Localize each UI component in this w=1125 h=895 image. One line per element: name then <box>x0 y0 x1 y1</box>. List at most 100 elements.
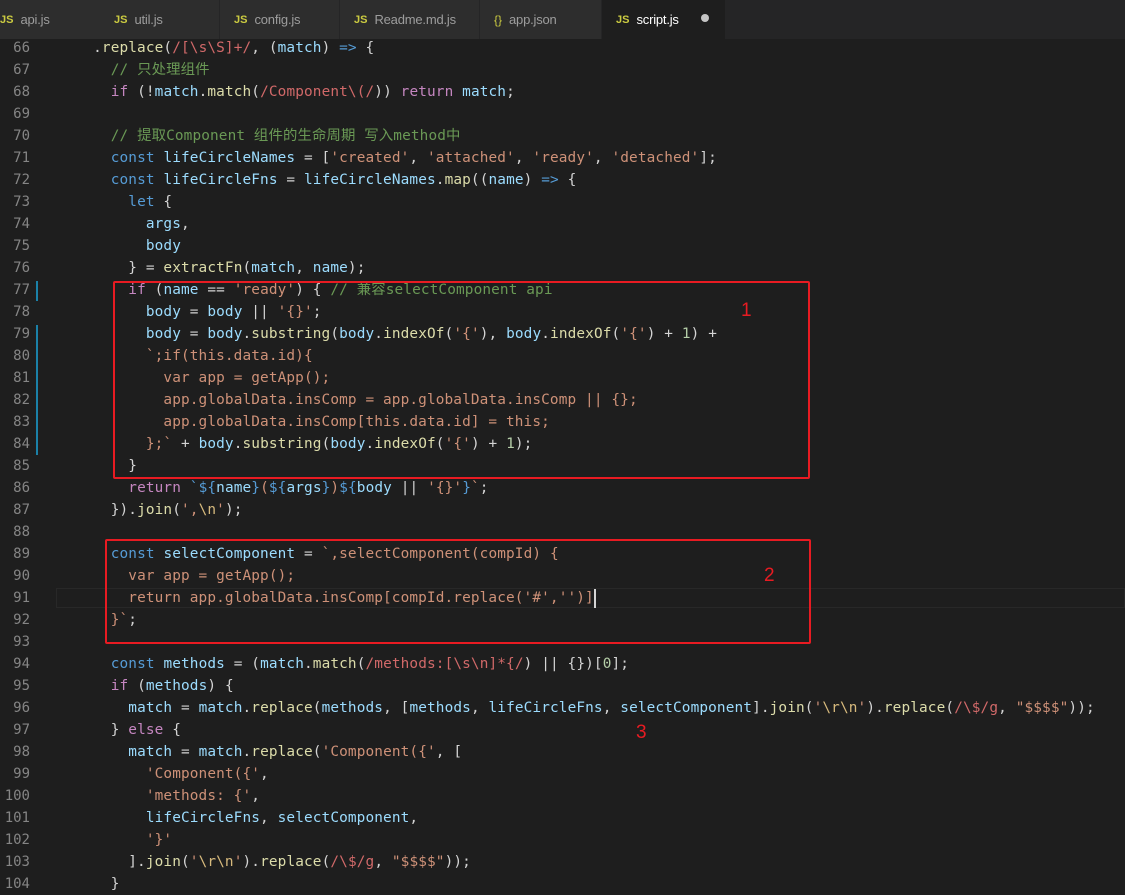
code-line[interactable]: 101 lifeCircleFns, selectComponent, <box>0 807 1125 829</box>
code-token: lifeCircleNames <box>304 172 436 188</box>
code-token: map <box>444 172 471 188</box>
code-token: } <box>462 480 471 496</box>
code-line[interactable]: 99 'Component({', <box>0 763 1125 785</box>
code-line[interactable]: 69 <box>0 103 1125 125</box>
code-token: } <box>58 722 129 738</box>
tab-readme-md-js[interactable]: JS Readme.md.js <box>340 0 480 39</box>
code-line[interactable]: 104 } <box>0 873 1125 895</box>
line-number: 68 <box>13 84 30 100</box>
code-text: } <box>58 873 120 895</box>
code-line[interactable]: 96 match = match.replace(methods, [metho… <box>0 697 1125 719</box>
code-token: ; <box>506 84 515 100</box>
code-token: replace <box>101 40 164 56</box>
code-token: name <box>312 260 348 276</box>
line-number: 78 <box>13 304 30 320</box>
line-number: 95 <box>13 678 30 694</box>
code-line[interactable]: 87 }).join(',\n'); <box>0 499 1125 521</box>
code-token: ( <box>260 480 269 496</box>
code-token: if <box>110 678 129 694</box>
line-number: 70 <box>13 128 30 144</box>
code-token: methods <box>409 700 471 716</box>
line-number: 98 <box>13 744 30 760</box>
code-token: } <box>251 480 261 496</box>
line-number: 100 <box>4 788 30 804</box>
tab-api-js[interactable]: JS api.js <box>0 0 106 39</box>
line-number: 87 <box>13 502 30 518</box>
code-line[interactable]: 94 const methods = (match.match(/methods… <box>0 653 1125 675</box>
code-token: ( <box>172 502 181 518</box>
code-token: ' <box>233 854 243 870</box>
code-token: ); <box>224 502 243 518</box>
code-token: 'created' <box>330 150 410 166</box>
annotation-label-1: 1 <box>741 300 752 321</box>
tab-label: api.js <box>20 12 50 27</box>
code-line[interactable]: 98 match = match.replace('Component({', … <box>0 741 1125 763</box>
code-token: else <box>128 722 164 738</box>
code-line[interactable]: 97 } else { <box>0 719 1125 741</box>
code-token: ' <box>857 700 867 716</box>
code-line[interactable]: 95 if (methods) { <box>0 675 1125 697</box>
unsaved-changes-dot-icon[interactable] <box>701 14 709 22</box>
code-line[interactable]: 100 'methods: {', <box>0 785 1125 807</box>
code-line[interactable]: 66 .replace(/[\s\S]+/, (match) => { <box>0 37 1125 59</box>
code-token: 'attached' <box>426 150 515 166</box>
code-token: ', <box>181 502 199 518</box>
code-editor[interactable]: 66 .replace(/[\s\S]+/, (match) => {67 //… <box>0 37 1125 893</box>
tab-app-json[interactable]: {} app.json <box>480 0 602 39</box>
code-line[interactable]: 71 const lifeCircleNames = ['created', '… <box>0 147 1125 169</box>
code-token: ' <box>189 854 199 870</box>
code-token: , <box>514 150 533 166</box>
code-line[interactable]: 67 // 只处理组件 <box>0 59 1125 81</box>
code-token: replace <box>251 700 313 716</box>
code-token: ` <box>471 480 480 496</box>
tab-config-js[interactable]: JS config.js <box>220 0 340 39</box>
code-line[interactable]: 68 if (!match.match(/Component\(/)) retu… <box>0 81 1125 103</box>
code-text: args, <box>58 213 190 235</box>
code-token: ' <box>216 502 225 518</box>
code-line[interactable]: 70 // 提取Component 组件的生命周期 写入method中 <box>0 125 1125 147</box>
code-line[interactable]: 102 '}' <box>0 829 1125 851</box>
line-number: 67 <box>13 62 30 78</box>
code-token: . <box>435 172 445 188</box>
code-line[interactable]: 74 args, <box>0 213 1125 235</box>
line-number: 93 <box>13 634 30 650</box>
code-token: { <box>163 722 181 738</box>
line-number: 102 <box>4 832 30 848</box>
code-token: ). <box>866 700 884 716</box>
code-line[interactable]: 72 const lifeCircleFns = lifeCircleNames… <box>0 169 1125 191</box>
code-token: match <box>277 40 322 56</box>
code-token: const <box>110 150 155 166</box>
tab-util-js[interactable]: JS util.js <box>100 0 220 39</box>
code-token: } = <box>58 260 164 276</box>
javascript-file-icon: JS <box>616 13 630 26</box>
code-text: const methods = (match.match(/methods:[\… <box>58 653 629 675</box>
line-number: 90 <box>13 568 30 584</box>
code-line[interactable]: 73 let { <box>0 191 1125 213</box>
line-number: 79 <box>13 326 30 342</box>
code-token: , ( <box>251 40 278 56</box>
code-token: , <box>251 788 261 804</box>
code-token: \r\n <box>822 700 858 716</box>
code-token: , <box>602 700 621 716</box>
code-token: replace <box>260 854 322 870</box>
line-number: 99 <box>13 766 30 782</box>
code-token: match <box>312 656 357 672</box>
tab-script-js[interactable]: JS script.js <box>602 0 726 39</box>
line-number: 103 <box>4 854 30 870</box>
code-line[interactable]: 103 ].join('\r\n').replace(/\$/g, "$$$$"… <box>0 851 1125 873</box>
code-line[interactable]: 76 } = extractFn(match, name); <box>0 257 1125 279</box>
code-text: const lifeCircleNames = ['created', 'att… <box>58 147 717 169</box>
code-line[interactable]: 75 body <box>0 235 1125 257</box>
code-line[interactable]: 86 return `${name}(${args})${body || '{}… <box>0 477 1125 499</box>
